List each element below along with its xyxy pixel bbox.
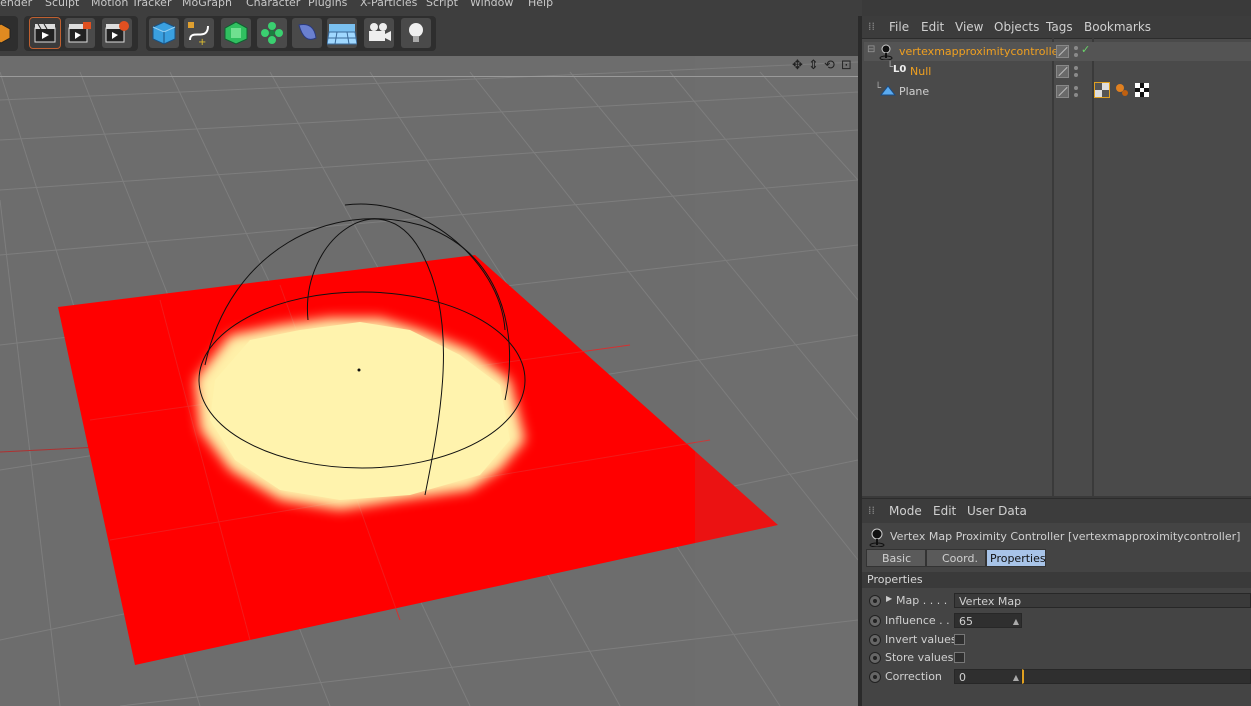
grip-icon[interactable]: ⁞⁞ (868, 504, 875, 517)
enabled-check-icon[interactable]: ✓ (1081, 43, 1090, 56)
menu-plugins[interactable]: Plugins (308, 0, 347, 9)
om-menu-view[interactable]: View (955, 20, 983, 34)
prop-label-map: Map . . . . (896, 594, 948, 607)
render-pv-icon[interactable] (65, 18, 95, 48)
menu-x-particles[interactable]: X-Particles (360, 0, 417, 9)
map-link-field[interactable]: Vertex Map (954, 593, 1251, 608)
animate-radio-icon[interactable] (869, 671, 881, 683)
move-view-icon[interactable]: ✥ (792, 58, 803, 73)
object-name-plane[interactable]: Plane (899, 85, 929, 98)
prop-row-store: Store values (862, 649, 1251, 667)
menu-script[interactable]: Script (426, 0, 458, 9)
vertex-map-tag-icon[interactable] (1094, 82, 1110, 98)
null-object-icon: L0 (893, 64, 907, 75)
section-title: Properties (867, 573, 923, 586)
render-view-icon[interactable] (29, 17, 61, 49)
tab-basic[interactable]: Basic (866, 549, 926, 567)
expand-arrow-icon[interactable]: ▶ (886, 594, 892, 603)
am-menu-mode[interactable]: Mode (889, 504, 922, 518)
texture-tag-icon[interactable] (1135, 83, 1149, 97)
spinner-icon[interactable]: ▲ (1013, 670, 1019, 685)
object-row-null[interactable]: └ L0 Null (864, 62, 1251, 81)
zoom-view-icon[interactable]: ⇕ (808, 58, 819, 73)
prop-label-correction: Correction (885, 670, 942, 683)
influence-input[interactable]: 65 ▲ (954, 613, 1022, 628)
properties-section-header: Properties (862, 572, 1251, 588)
store-values-checkbox[interactable] (954, 652, 965, 663)
prop-row-map: ▶ Map . . . . Vertex Map (862, 592, 1251, 610)
render-settings-icon[interactable] (102, 18, 132, 48)
om-menu-bookmarks[interactable]: Bookmarks (1084, 20, 1151, 34)
camera-icon[interactable] (364, 18, 394, 48)
svg-text:+: + (198, 37, 206, 46)
cube-icon[interactable] (0, 18, 14, 48)
menu-help[interactable]: Help (528, 0, 553, 9)
object-row-plane[interactable]: └ Plane (864, 82, 1251, 101)
om-menu-edit[interactable]: Edit (921, 20, 944, 34)
collapse-icon[interactable]: ⊟ (867, 44, 875, 55)
deformer-icon[interactable] (292, 18, 322, 48)
grip-icon[interactable]: ⁞⁞ (868, 20, 875, 33)
light-icon[interactable] (401, 18, 431, 48)
om-menu-tags[interactable]: Tags (1046, 20, 1073, 34)
viewport-scene (0, 56, 858, 706)
object-name-controller[interactable]: vertexmapproximitycontroller (899, 45, 1063, 58)
influence-value: 65 (959, 615, 973, 628)
spline-pen-icon[interactable]: + (184, 18, 214, 48)
prop-row-invert: Invert values (862, 631, 1251, 649)
animate-radio-icon[interactable] (869, 652, 881, 664)
menu-mograph[interactable]: MoGraph (182, 0, 232, 9)
prop-label-invert: Invert values (885, 633, 957, 646)
correction-slider[interactable] (1022, 669, 1251, 684)
animate-radio-icon[interactable] (869, 615, 881, 627)
correction-input[interactable]: 0 ▲ (954, 669, 1022, 684)
plane-object-icon (880, 85, 896, 96)
rotate-view-icon[interactable]: ⟲ (824, 58, 835, 73)
cloner-icon[interactable] (257, 18, 287, 48)
am-menu-user-data[interactable]: User Data (967, 504, 1027, 518)
floor-icon[interactable] (327, 18, 357, 48)
menu-render[interactable]: Render (0, 0, 32, 9)
maximize-view-icon[interactable]: ⊡ (841, 58, 852, 73)
menu-window[interactable]: Window (470, 0, 513, 9)
3d-viewport[interactable] (0, 56, 858, 706)
material-tag-icon[interactable] (1115, 83, 1129, 97)
invert-values-checkbox[interactable] (954, 634, 965, 645)
viewport-header (0, 56, 858, 77)
proximity-controller-icon (879, 44, 893, 60)
tab-coord[interactable]: Coord. (926, 549, 986, 567)
main-menu-bar: Render Sculpt Motion Tracker MoGraph Cha… (0, 0, 862, 12)
prop-row-correction: Correction 0 ▲ (862, 668, 1251, 686)
spinner-icon[interactable]: ▲ (1013, 614, 1019, 629)
attribute-title: Vertex Map Proximity Controller [vertexm… (890, 530, 1241, 543)
animate-radio-icon[interactable] (869, 634, 881, 646)
animate-radio-icon[interactable] (869, 595, 881, 607)
menu-character[interactable]: Character (246, 0, 300, 9)
subdivision-icon[interactable] (221, 18, 251, 48)
menu-sculpt[interactable]: Sculpt (45, 0, 79, 9)
prop-label-store: Store values (885, 651, 954, 664)
menu-motion-tracker[interactable]: Motion Tracker (91, 0, 171, 9)
object-name-null[interactable]: Null (910, 65, 931, 78)
main-toolbar: + (0, 12, 862, 57)
prop-row-influence: Influence . . 65 ▲ (862, 612, 1251, 630)
proximity-controller-icon (869, 528, 885, 547)
object-row-controller[interactable]: ⊟ vertexmapproximitycontroller ✓ (864, 42, 1251, 61)
am-menu-edit[interactable]: Edit (933, 504, 956, 518)
correction-value: 0 (959, 671, 966, 684)
tab-properties[interactable]: Properties (986, 549, 1046, 567)
prop-label-influence: Influence . . (885, 614, 950, 627)
primitive-cube-icon[interactable] (149, 18, 179, 48)
om-menu-file[interactable]: File (889, 20, 909, 34)
om-menu-objects[interactable]: Objects (994, 20, 1039, 34)
